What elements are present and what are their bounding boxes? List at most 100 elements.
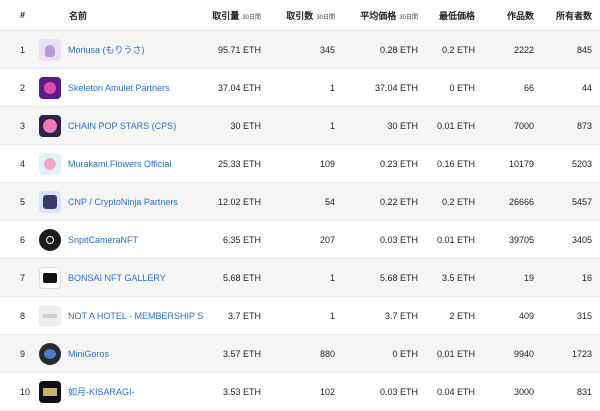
collection-cell[interactable]: CHAIN POP STARS (CPS) [39,114,176,137]
table-row[interactable]: 5 CNP / CryptoNinja Partners 12.02 ETH 54 0.… [0,183,600,221]
row-rank: 2 [20,82,26,93]
collection-avatar-icon[interactable] [39,38,61,61]
avg-price-value: 0.28 ETH [379,44,418,55]
volume-value: 3.7 ETH [227,310,261,321]
header-volume-label: 取引量 [212,10,240,21]
volume-value: 12.02 ETH [217,196,261,207]
avg-price-value: 0.03 ETH [379,234,418,245]
collection-cell[interactable]: Murakami.Flowers Official [39,152,171,175]
sales-value: 1 [329,82,335,93]
table-header: # 名前 取引量 30日間 取引数 30日間 平均価格 30日間 最低価格 作品数 所… [0,0,600,31]
collection-avatar-icon[interactable] [39,190,61,213]
row-rank: 7 [20,272,26,283]
volume-value: 3.57 ETH [222,348,261,359]
collection-name-link[interactable]: CNP / CryptoNinja Partners [68,197,178,207]
sales-value: 102 [319,386,335,397]
owners-value: 5203 [571,158,592,169]
sales-value: 54 [324,196,335,207]
items-value: 9940 [513,348,534,359]
collection-name-link[interactable]: 如月-KISARAGI- [68,385,135,398]
header-avg-price-label: 平均価格 [360,10,397,21]
collection-cell[interactable]: Skeleton Amulet Partners [39,76,170,99]
avg-price-value: 0.03 ETH [379,386,418,397]
items-value: 19 [523,272,534,283]
avg-price-value: 30 ETH [387,120,418,131]
row-rank: 6 [20,234,26,245]
volume-value: 95.71 ETH [217,44,261,55]
sales-value: 207 [319,234,335,245]
table-row[interactable]: 3 CHAIN POP STARS (CPS) 30 ETH 1 30 ETH 0.01 … [0,107,600,145]
collection-avatar-icon[interactable] [39,266,61,289]
header-rank: # [20,10,26,20]
collection-cell[interactable]: 如月-KISARAGI- [39,380,135,403]
collection-cell[interactable]: MiniGoros [39,342,109,365]
collection-name-link[interactable]: Murakami.Flowers Official [68,159,171,169]
collection-avatar-icon[interactable] [39,304,61,327]
collection-cell[interactable]: Moriusa (もりうさ) [39,38,145,61]
header-volume[interactable]: 取引量 30日間 [212,9,261,22]
items-value: 3000 [513,386,534,397]
items-value: 66 [523,82,534,93]
header-sales[interactable]: 取引数 30日間 [286,9,335,22]
volume-value: 6.35 ETH [222,234,261,245]
collection-avatar-icon[interactable] [39,228,61,251]
sales-value: 1 [329,272,335,283]
collection-avatar-icon[interactable] [39,380,61,403]
collection-name-link[interactable]: NOT A HOTEL - MEMBERSHIP S [68,311,203,321]
header-avg-price-period: 30日間 [399,14,418,21]
table-row[interactable]: 4 Murakami.Flowers Official 25.33 ETH 109 0.… [0,145,600,183]
table-row[interactable]: 6 SnpitCameraNFT 6.35 ETH 207 0.03 ETH 0.01 E… [0,221,600,259]
collection-cell[interactable]: BONSAI NFT GALLERY [39,266,166,289]
collection-cell[interactable]: NOT A HOTEL - MEMBERSHIP S [39,304,203,327]
collection-avatar-icon[interactable] [39,114,61,137]
volume-value: 3.53 ETH [222,386,261,397]
owners-value: 5457 [571,196,592,207]
sales-value: 1 [329,120,335,131]
owners-value: 44 [581,82,592,93]
collection-name-link[interactable]: BONSAI NFT GALLERY [68,273,166,283]
collection-cell[interactable]: SnpitCameraNFT [39,228,138,251]
owners-value: 16 [581,272,592,283]
header-name[interactable]: 名前 [69,9,87,22]
owners-value: 1723 [571,348,592,359]
collection-name-link[interactable]: CHAIN POP STARS (CPS) [68,121,176,131]
table-row[interactable]: 1 Moriusa (もりうさ) 95.71 ETH 345 0.28 ETH 0.2 E… [0,31,600,69]
collection-cell[interactable]: CNP / CryptoNinja Partners [39,190,178,213]
owners-value: 831 [576,386,592,397]
collection-avatar-icon[interactable] [39,152,61,175]
volume-value: 37.04 ETH [217,82,261,93]
header-items[interactable]: 作品数 [507,9,534,22]
floor-price-value: 0.2 ETH [441,44,475,55]
table-row[interactable]: 2 Skeleton Amulet Partners 37.04 ETH 1 37.04… [0,69,600,107]
owners-value: 845 [576,44,592,55]
sales-value: 109 [319,158,335,169]
avg-price-value: 0 ETH [392,348,418,359]
table-row[interactable]: 8 NOT A HOTEL - MEMBERSHIP S 3.7 ETH 1 3.7 E… [0,297,600,335]
collection-name-link[interactable]: MiniGoros [68,349,109,359]
floor-price-value: 0 ETH [449,82,475,93]
sales-value: 345 [319,44,335,55]
owners-value: 873 [576,120,592,131]
floor-price-value: 2 ETH [449,310,475,321]
table-row[interactable]: 7 BONSAI NFT GALLERY 5.68 ETH 1 5.68 ETH 3.5 … [0,259,600,297]
collection-name-link[interactable]: Skeleton Amulet Partners [68,83,170,93]
collection-avatar-icon[interactable] [39,342,61,365]
items-value: 10179 [508,158,534,169]
avg-price-value: 5.68 ETH [379,272,418,283]
table-row[interactable]: 10 如月-KISARAGI- 3.53 ETH 102 0.03 ETH 0.04 ET… [0,373,600,411]
items-value: 2222 [513,44,534,55]
row-rank: 8 [20,310,26,321]
header-sales-label: 取引数 [286,10,314,21]
header-avg-price[interactable]: 平均価格 30日間 [360,9,418,22]
collection-name-link[interactable]: Moriusa (もりうさ) [68,43,145,56]
floor-price-value: 0.01 ETH [436,234,475,245]
table-row[interactable]: 9 MiniGoros 3.57 ETH 880 0 ETH 0.01 ETH 9940 17… [0,335,600,373]
collection-avatar-icon[interactable] [39,76,61,99]
collection-name-link[interactable]: SnpitCameraNFT [68,235,138,245]
floor-price-value: 0.04 ETH [436,386,475,397]
header-floor-price[interactable]: 最低価格 [439,9,475,22]
avg-price-value: 0.23 ETH [379,158,418,169]
avg-price-value: 37.04 ETH [374,82,418,93]
header-owners[interactable]: 所有者数 [556,9,592,22]
row-rank: 1 [20,44,26,55]
